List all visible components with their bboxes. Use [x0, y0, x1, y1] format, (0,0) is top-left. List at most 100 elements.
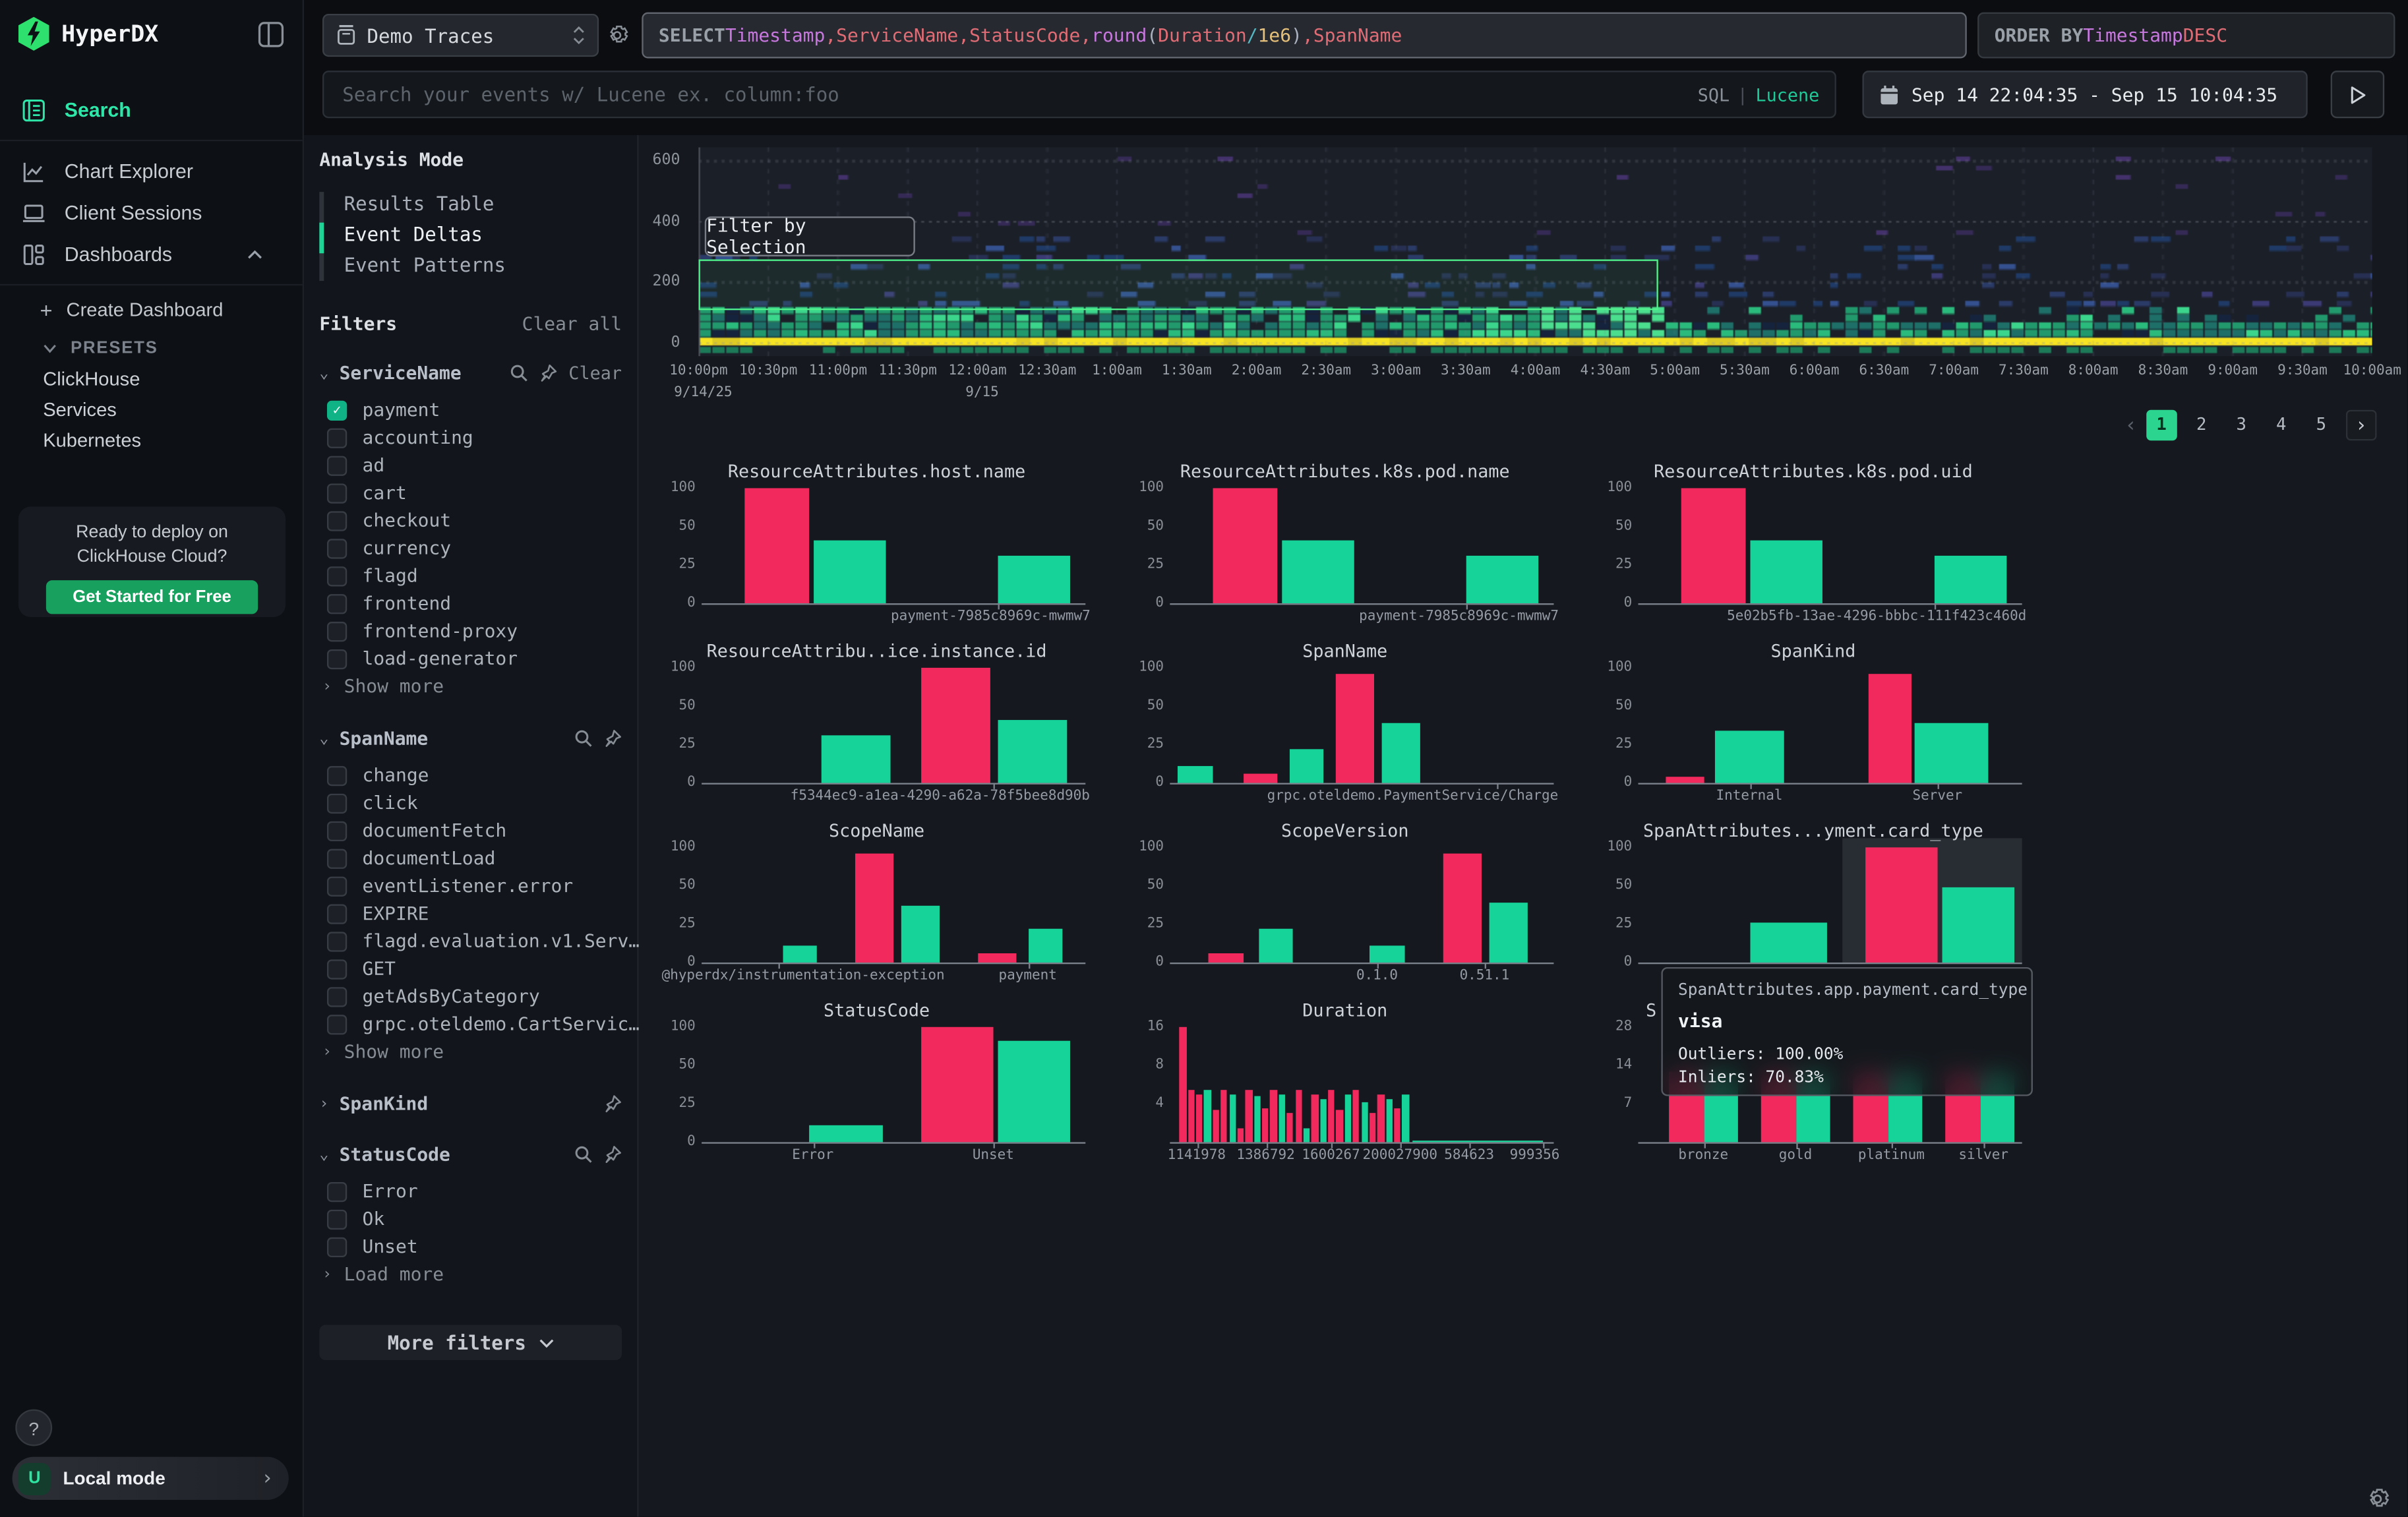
bar[interactable] [978, 953, 1016, 963]
bar[interactable] [1488, 903, 1526, 963]
pagination-page-5[interactable]: 5 [2306, 410, 2337, 441]
filter-option[interactable]: currency [327, 534, 622, 562]
bar[interactable] [1665, 777, 1703, 783]
checkbox[interactable] [327, 538, 347, 558]
run-query-button[interactable] [2331, 71, 2384, 118]
bar[interactable] [997, 719, 1066, 783]
pagination-page-1[interactable]: 1 [2146, 410, 2177, 441]
checkbox[interactable] [327, 876, 347, 895]
bar[interactable] [1370, 1114, 1376, 1143]
bar[interactable] [1370, 945, 1404, 963]
bar[interactable] [1749, 540, 1822, 603]
bar[interactable] [1865, 847, 1938, 963]
bar[interactable] [1287, 1114, 1294, 1143]
filter-option[interactable]: Error [327, 1177, 622, 1205]
pagination-page-4[interactable]: 4 [2266, 410, 2297, 441]
bar[interactable] [1243, 774, 1277, 783]
bar[interactable] [1869, 674, 1911, 783]
search-icon[interactable] [510, 364, 529, 382]
bar[interactable] [1196, 1094, 1203, 1142]
bar[interactable] [1212, 488, 1277, 603]
bar[interactable] [1681, 488, 1746, 603]
bar[interactable] [809, 1125, 882, 1142]
presets-header[interactable]: PRESETS [0, 333, 303, 364]
bar[interactable] [920, 1027, 994, 1143]
checkbox[interactable] [327, 483, 347, 502]
get-started-button[interactable]: Get Started for Free [46, 580, 258, 614]
order-by-input[interactable]: ORDER BY Timestamp DESC [1977, 13, 2395, 59]
filter-group-header-spanname[interactable]: ⌄SpanName [319, 726, 622, 750]
filter-option[interactable]: frontend-proxy [327, 617, 622, 645]
bar[interactable] [744, 488, 809, 603]
bar[interactable] [1361, 1102, 1368, 1142]
bar[interactable] [813, 540, 886, 603]
bar[interactable] [1320, 1098, 1327, 1142]
bar[interactable] [1915, 723, 1988, 783]
pagination-next[interactable]: › [2346, 410, 2377, 441]
checkbox[interactable] [327, 821, 347, 841]
bar[interactable] [1271, 1090, 1277, 1143]
filter-option[interactable]: Unset [327, 1233, 622, 1261]
bar[interactable] [1295, 1090, 1302, 1143]
bar[interactable] [1279, 1094, 1285, 1142]
pagination-prev[interactable]: ‹ [2125, 414, 2137, 437]
bar[interactable] [1262, 1108, 1269, 1142]
heatmap-selection-box[interactable] [698, 260, 1658, 311]
filter-option[interactable]: cart [327, 479, 622, 506]
filter-option[interactable]: flagd.evaluation.v1.Serv… [327, 927, 622, 955]
filter-group-header-servicename[interactable]: ⌄ServiceNameClear [319, 361, 622, 385]
bar[interactable] [1466, 555, 1539, 603]
bar[interactable] [1335, 674, 1373, 783]
sql-select-input[interactable]: SELECT Timestamp, ServiceName, StatusCod… [642, 13, 1966, 59]
analysis-option-event-patterns[interactable]: Event Patterns [319, 251, 622, 282]
bar[interactable] [1246, 1090, 1252, 1143]
sidebar-item-search[interactable]: Search [0, 89, 303, 131]
bar[interactable] [1237, 1128, 1244, 1142]
pin-icon[interactable] [603, 729, 622, 748]
show-more-button[interactable]: ›Show more [322, 672, 622, 700]
checkbox[interactable] [327, 455, 347, 475]
sidebar-item-client-sessions[interactable]: Client Sessions [0, 192, 303, 233]
checkbox[interactable] [327, 986, 347, 1006]
create-dashboard-button[interactable]: + Create Dashboard [0, 295, 303, 326]
filter-option[interactable]: documentLoad [327, 845, 622, 872]
bar[interactable] [1443, 853, 1481, 963]
sidebar-item-chart-explorer[interactable]: Chart Explorer [0, 150, 303, 192]
filter-option[interactable]: load-generator [327, 645, 622, 672]
checkbox[interactable] [327, 1014, 347, 1034]
show-more-button[interactable]: ›Show more [322, 1038, 622, 1065]
checkbox-checked[interactable]: ✓ [327, 400, 347, 420]
bar[interactable] [1289, 748, 1323, 783]
show-more-button[interactable]: ›Load more [322, 1261, 622, 1288]
settings-gear-icon[interactable] [2364, 1486, 2391, 1512]
time-range-picker[interactable]: Sep 14 22:04:35 - Sep 15 10:04:35 [1862, 71, 2307, 118]
bar[interactable] [901, 905, 940, 963]
bar[interactable] [1377, 1094, 1384, 1142]
filter-option[interactable]: documentFetch [327, 817, 622, 845]
checkbox[interactable] [327, 1237, 347, 1257]
filter-option[interactable]: ad [327, 452, 622, 479]
bar[interactable] [1394, 1108, 1400, 1142]
checkbox[interactable] [327, 1181, 347, 1201]
bar[interactable] [1254, 1096, 1261, 1143]
analysis-option-results-table[interactable]: Results Table [319, 189, 622, 220]
bar[interactable] [1229, 1094, 1236, 1142]
bar[interactable] [1353, 1090, 1360, 1143]
checkbox[interactable] [327, 621, 347, 641]
checkbox[interactable] [327, 959, 347, 978]
source-settings-gear-icon[interactable] [605, 23, 629, 47]
analysis-option-event-deltas[interactable]: Event Deltas [319, 220, 622, 251]
bar[interactable] [1402, 1094, 1409, 1142]
checkbox[interactable] [327, 566, 347, 585]
checkbox[interactable] [327, 765, 347, 785]
bar[interactable] [1220, 1090, 1227, 1143]
filter-group-header-spankind[interactable]: ›SpanKind [319, 1092, 622, 1116]
clear-group-button[interactable]: Clear [568, 363, 622, 384]
filter-option[interactable]: ✓payment [327, 396, 622, 424]
bar[interactable] [1204, 1090, 1211, 1143]
bar[interactable] [1281, 540, 1354, 603]
sidebar-preset-services[interactable]: Services [0, 394, 303, 425]
checkbox[interactable] [327, 593, 347, 613]
pagination-page-2[interactable]: 2 [2186, 410, 2217, 441]
sidebar-preset-kubernetes[interactable]: Kubernetes [0, 425, 303, 456]
